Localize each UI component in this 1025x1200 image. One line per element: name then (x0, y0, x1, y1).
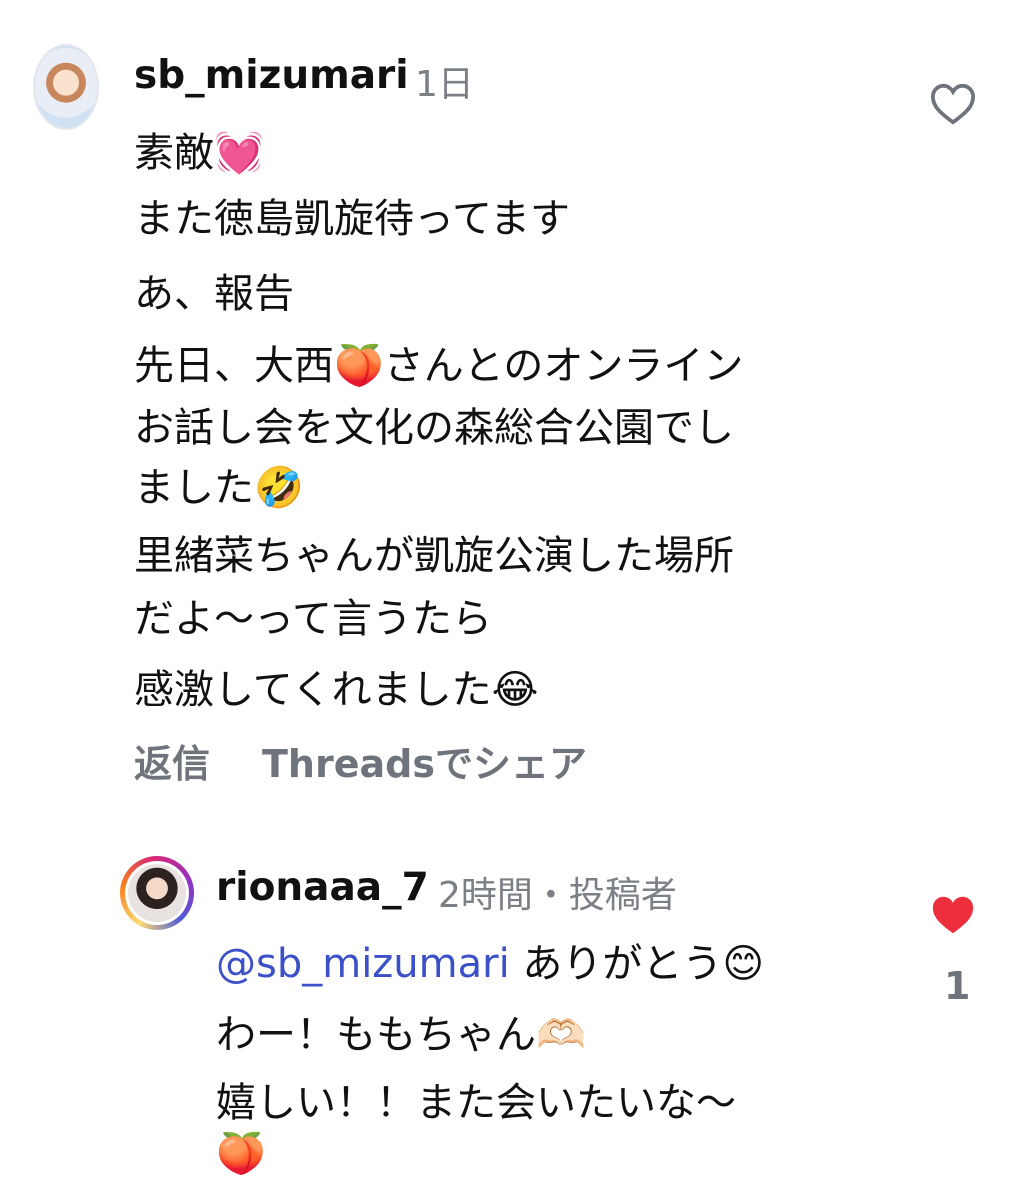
reply-line-1: @sb_mizumari ありがとう😊 (216, 931, 764, 989)
mention-link[interactable]: @sb_mizumari (216, 941, 510, 987)
reply-line-2: わー！ももちゃん🫶🏻 (216, 1012, 586, 1058)
avatar-image (33, 44, 99, 130)
comment-line-6: ました🤣 (134, 465, 304, 511)
reply-username[interactable]: rionaaa_7 (216, 865, 429, 910)
share-threads-button[interactable]: Threadsでシェア (262, 733, 587, 788)
avatar-rionaaa-7[interactable] (125, 861, 189, 925)
comment-line-4: 先日、大西🍑さんとのオンライン (134, 343, 744, 389)
comment-line-7: 里緒菜ちゃんが凱旋公演した場所 (134, 533, 734, 579)
reply-meta: 2時間・投稿者 (438, 875, 677, 916)
reply-line-4: 🍑 (216, 1131, 266, 1177)
like-heart-icon[interactable] (930, 82, 976, 126)
comment-line-8: だよ〜って言うたら (134, 596, 492, 642)
reply-line-1-text: ありがとう😊 (522, 941, 765, 987)
avatar-image (128, 864, 186, 922)
reply-line-3: 嬉しい！！また会いたいな〜 (216, 1080, 736, 1126)
reply-button[interactable]: 返信 (134, 733, 210, 788)
comment-line-1: 素敵💓 (134, 130, 264, 176)
liked-heart-icon[interactable] (930, 893, 976, 937)
like-count: 1 (944, 964, 971, 1008)
comment-username[interactable]: sb_mizumari (134, 53, 409, 98)
comment-line-2: また徳島凱旋待ってます (134, 196, 570, 242)
comment-line-3: あ、報告 (134, 271, 294, 317)
comment-time: 1日 (415, 64, 474, 105)
avatar-sb-mizumari[interactable] (33, 44, 99, 130)
comment-line-5: お話し会を文化の森総合公園でし (134, 405, 734, 451)
comment-line-9: 感激してくれました😂 (134, 667, 539, 713)
